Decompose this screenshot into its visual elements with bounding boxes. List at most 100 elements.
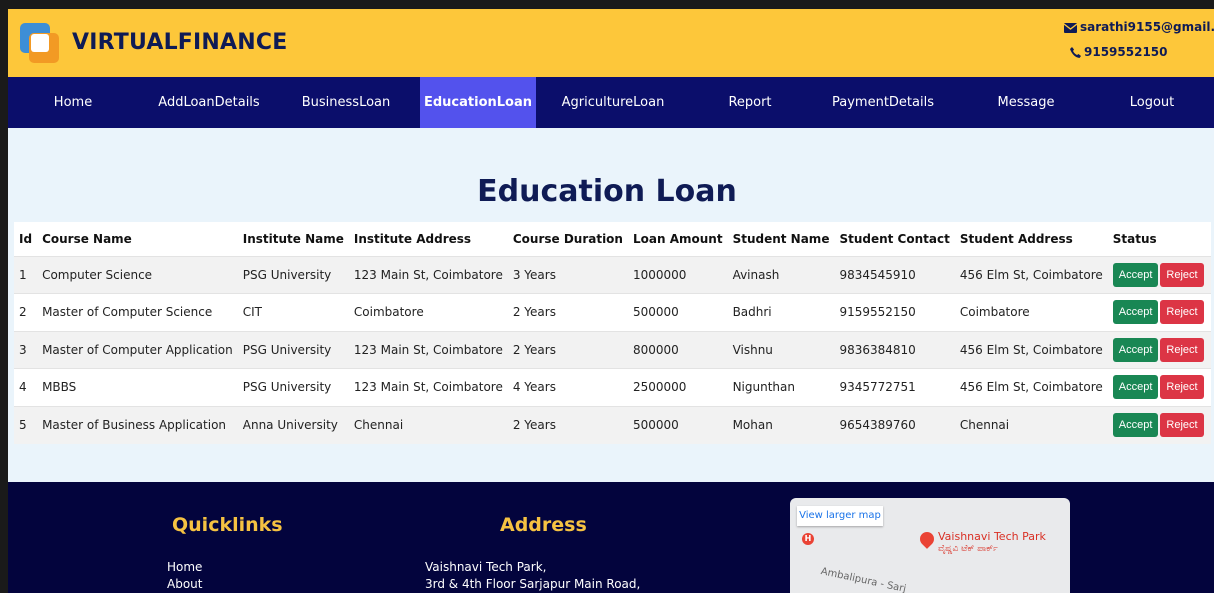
- map-place-label: Vaishnavi Tech Park ವೈಷ್ಣವಿ ಟೆಕ್ ಪಾರ್ಕ್: [938, 531, 1046, 555]
- envelope-icon: [1063, 23, 1078, 33]
- nav-message[interactable]: Message: [986, 77, 1066, 128]
- page-title: Education Loan: [477, 174, 737, 209]
- cell-student-contact: 9836384810: [834, 330, 955, 369]
- cell-institute-name: PSG University: [237, 330, 349, 369]
- phone-row: 9159552150: [1064, 42, 1214, 63]
- accept-button[interactable]: Accept: [1112, 375, 1159, 400]
- reject-button[interactable]: Reject: [1160, 262, 1204, 287]
- cell-student-name: Mohan: [727, 405, 835, 444]
- accept-button[interactable]: Accept: [1112, 262, 1159, 287]
- cell-institute-address: 123 Main St, Coimbatore: [348, 330, 508, 369]
- col-student-name: Student Name: [732, 231, 830, 246]
- cell-loan-amount: 800000: [627, 330, 728, 369]
- table-row: 5 Master of Business Application Anna Univ…: [14, 405, 1211, 444]
- cell-institute-name: Anna University: [237, 405, 349, 444]
- col-student-contact: Student Contact: [839, 231, 950, 246]
- cell-id: 1: [14, 255, 38, 294]
- cell-student-address: 456 Elm St, Coimbatore: [954, 330, 1108, 369]
- table-row: 3 Master of Computer Application PSG Unive…: [14, 330, 1211, 369]
- cell-id: 5: [14, 405, 38, 444]
- phone-icon: [1070, 47, 1081, 58]
- email-row: sarathi9155@gmail.com: [1063, 17, 1214, 38]
- nav-add-loan-details[interactable]: AddLoanDetails: [154, 77, 264, 128]
- cell-institute-name: PSG University: [237, 255, 349, 294]
- table-row: 1 Computer Science PSG University 123 Main …: [14, 255, 1211, 294]
- cell-student-address: 456 Elm St, Coimbatore: [954, 368, 1108, 406]
- nav-report[interactable]: Report: [720, 77, 780, 128]
- cell-course-name: MBBS: [37, 368, 238, 406]
- reject-button[interactable]: Reject: [1160, 300, 1204, 325]
- cell-status: Accept Reject: [1107, 330, 1211, 369]
- reject-button[interactable]: Reject: [1160, 375, 1204, 400]
- cell-status: Accept Reject: [1107, 293, 1211, 331]
- cell-loan-amount: 500000: [627, 405, 728, 444]
- reject-button[interactable]: Reject: [1160, 413, 1204, 437]
- nav-payment-details[interactable]: PaymentDetails: [830, 77, 936, 128]
- app-frame: VIRTUALFINANCE sarathi9155@gmail.com 915…: [8, 9, 1214, 593]
- address-line-1: Vaishnavi Tech Park,: [425, 560, 547, 574]
- cell-student-name: Nigunthan: [727, 368, 835, 406]
- nav-business-loan[interactable]: BusinessLoan: [300, 77, 392, 128]
- map-place-name: Vaishnavi Tech Park: [938, 530, 1046, 543]
- cell-course-duration: 2 Years: [507, 405, 628, 444]
- table-header-row: Id Course Name Institute Name Institute …: [14, 222, 1211, 256]
- view-larger-map-link[interactable]: View larger map: [797, 506, 883, 526]
- reject-button[interactable]: Reject: [1160, 337, 1204, 362]
- cell-id: 3: [14, 330, 38, 369]
- cell-institute-address: 123 Main St, Coimbatore: [348, 255, 508, 294]
- address-title: Address: [500, 514, 587, 536]
- cell-institute-address: Coimbatore: [348, 293, 508, 331]
- cell-course-name: Master of Computer Science: [37, 293, 238, 331]
- footer-link-about[interactable]: About: [167, 576, 202, 593]
- cell-student-contact: 9654389760: [834, 405, 955, 444]
- footer: Quicklinks Home About Address Vaishnavi …: [8, 482, 1214, 593]
- cell-course-duration: 3 Years: [507, 255, 628, 294]
- cell-student-contact: 9834545910: [834, 255, 955, 294]
- cell-loan-amount: 1000000: [627, 255, 728, 294]
- col-loan-amount: Loan Amount: [632, 231, 723, 246]
- map-road-label: Ambalipura - Sarj: [819, 566, 908, 593]
- cell-student-address: 456 Elm St, Coimbatore: [954, 255, 1108, 294]
- contact-info: sarathi9155@gmail.com 9159552150: [1063, 17, 1214, 63]
- cell-status: Accept Reject: [1107, 405, 1211, 444]
- col-institute-name: Institute Name: [242, 231, 344, 246]
- cell-course-name: Master of Computer Application: [37, 330, 238, 369]
- cell-loan-amount: 500000: [627, 293, 728, 331]
- nav-education-loan[interactable]: EducationLoan: [420, 77, 536, 128]
- cell-student-contact: 9159552150: [834, 293, 955, 331]
- cell-student-contact: 9345772751: [834, 368, 955, 406]
- footer-link-home[interactable]: Home: [167, 559, 202, 576]
- header: VIRTUALFINANCE sarathi9155@gmail.com 915…: [8, 9, 1214, 77]
- col-course-name: Course Name: [42, 231, 132, 246]
- address-line-2: 3rd & 4th Floor Sarjapur Main Road,: [425, 577, 641, 591]
- accept-button[interactable]: Accept: [1112, 337, 1159, 362]
- table-row: 4 MBBS PSG University 123 Main St, Coimbato…: [14, 368, 1211, 406]
- nav-home[interactable]: Home: [38, 77, 108, 128]
- cell-course-name: Computer Science: [37, 255, 238, 294]
- cell-student-address: Coimbatore: [954, 293, 1108, 331]
- quicklinks-list: Home About: [167, 559, 202, 593]
- phone-text: 9159552150: [1084, 45, 1168, 59]
- cell-institute-name: PSG University: [237, 368, 349, 406]
- cell-student-address: Chennai: [954, 405, 1108, 444]
- cell-student-name: Badhri: [727, 293, 835, 331]
- cell-student-name: Avinash: [727, 255, 835, 294]
- cell-institute-address: 123 Main St, Coimbatore: [348, 368, 508, 406]
- embedded-map[interactable]: H View larger map Vaishnavi Tech Park ವೈ…: [790, 498, 1070, 593]
- nav-logout[interactable]: Logout: [1122, 77, 1182, 128]
- nav-agriculture-loan[interactable]: AgricultureLoan: [560, 77, 666, 128]
- brand-name: VIRTUALFINANCE: [72, 30, 288, 55]
- hospital-icon: H: [802, 533, 814, 545]
- accept-button[interactable]: Accept: [1112, 413, 1159, 437]
- col-course-duration: Course Duration: [512, 231, 623, 246]
- logo-icon: [20, 23, 60, 63]
- main-nav: Home AddLoanDetails BusinessLoan Educati…: [8, 77, 1214, 128]
- col-status: Status: [1112, 231, 1157, 246]
- cell-course-duration: 4 Years: [507, 368, 628, 406]
- accept-button[interactable]: Accept: [1112, 300, 1159, 325]
- cell-institute-name: CIT: [237, 293, 349, 331]
- cell-loan-amount: 2500000: [627, 368, 728, 406]
- cell-status: Accept Reject: [1107, 368, 1211, 406]
- col-id: Id: [19, 231, 33, 246]
- table-row: 2 Master of Computer Science CIT Coimbatore…: [14, 293, 1211, 331]
